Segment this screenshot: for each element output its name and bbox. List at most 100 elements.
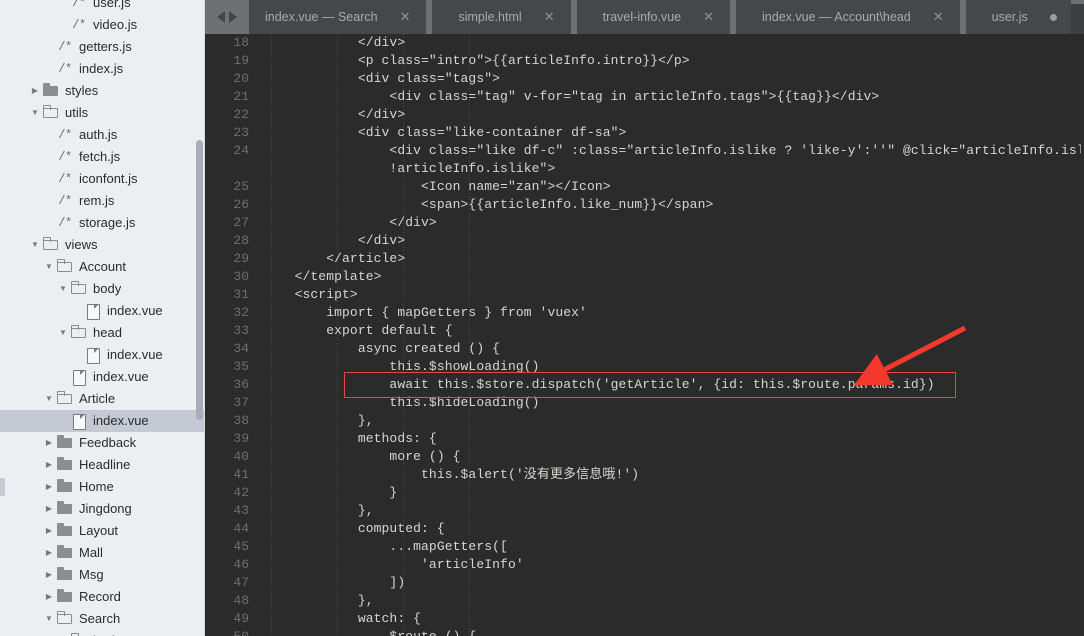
tree-item-getters.js[interactable]: /* getters.js xyxy=(0,36,205,58)
tree-item-storage.js[interactable]: /* storage.js xyxy=(0,212,205,234)
folder-closed-icon xyxy=(42,80,60,102)
code-line[interactable]: 34 async created () { xyxy=(205,340,1084,358)
tree-item-views[interactable]: ▼ views xyxy=(0,234,205,256)
tree-item-index.vue[interactable]: index.vue xyxy=(0,300,205,322)
chevron-right-icon[interactable] xyxy=(229,11,237,23)
tree-item-rem.js[interactable]: /* rem.js xyxy=(0,190,205,212)
editor-tab-1[interactable]: simple.html ✕ xyxy=(432,0,571,34)
tree-item-article[interactable]: ▼ Article xyxy=(0,388,205,410)
chevron-right-icon[interactable]: ▶ xyxy=(42,498,56,520)
tree-item-home[interactable]: ▶ Home xyxy=(0,476,205,498)
tree-item-feedback[interactable]: ▶ Feedback xyxy=(0,432,205,454)
tree-item-index.vue[interactable]: index.vue xyxy=(0,410,205,432)
tree-item-utils[interactable]: ▼ utils xyxy=(0,102,205,124)
code-line[interactable]: 26 <span>{{articleInfo.like_num}}</span> xyxy=(205,196,1084,214)
code-line[interactable]: 27 </div> xyxy=(205,214,1084,232)
tree-item-index.vue[interactable]: index.vue xyxy=(0,366,205,388)
tab-navigation-arrows[interactable] xyxy=(205,0,249,34)
chevron-down-icon[interactable]: ▼ xyxy=(42,388,56,410)
tree-item-msg[interactable]: ▶ Msg xyxy=(0,564,205,586)
code-line[interactable]: 48 }, xyxy=(205,592,1084,610)
code-line[interactable]: 46 'articleInfo' xyxy=(205,556,1084,574)
code-line[interactable]: 40 more () { xyxy=(205,448,1084,466)
tree-item-index.vue[interactable]: index.vue xyxy=(0,344,205,366)
chevron-down-icon[interactable]: ▼ xyxy=(42,608,56,630)
code-line[interactable]: 30 </template> xyxy=(205,268,1084,286)
code-line[interactable]: 20 <div class="tags"> xyxy=(205,70,1084,88)
editor-tab-0[interactable]: index.vue — Search ✕ xyxy=(239,0,427,34)
tree-item-record[interactable]: ▶ Record xyxy=(0,586,205,608)
sidebar-scrollbar[interactable] xyxy=(196,0,205,636)
tree-item-iconfont.js[interactable]: /* iconfont.js xyxy=(0,168,205,190)
tree-item-body[interactable]: ▼ body xyxy=(0,278,205,300)
editor-tab-3[interactable]: index.vue — Account\head ✕ xyxy=(736,0,960,34)
chevron-down-icon[interactable]: ▼ xyxy=(42,256,56,278)
code-line[interactable]: 50 $route () { xyxy=(205,628,1084,636)
code-line[interactable]: 38 }, xyxy=(205,412,1084,430)
code-line[interactable]: !articleInfo.islike"> xyxy=(205,160,1084,178)
code-content[interactable]: 18 </div> 19 <p class="intro">{{articleIn… xyxy=(205,34,1084,636)
sidebar-scrollbar-thumb[interactable] xyxy=(196,140,203,420)
code-line[interactable]: 18 </div> xyxy=(205,34,1084,52)
tree-item-index.js[interactable]: /* index.js xyxy=(0,58,205,80)
code-line[interactable]: 42 } xyxy=(205,484,1084,502)
code-line[interactable]: 49 watch: { xyxy=(205,610,1084,628)
tab-close-icon[interactable]: ✕ xyxy=(933,0,944,34)
chevron-left-icon[interactable] xyxy=(217,11,225,23)
tree-item-fetch.js[interactable]: /* fetch.js xyxy=(0,146,205,168)
chevron-down-icon[interactable]: ▼ xyxy=(56,278,70,300)
code-line[interactable]: 19 <p class="intro">{{articleInfo.intro}… xyxy=(205,52,1084,70)
code-line[interactable]: 22 </div> xyxy=(205,106,1084,124)
code-line[interactable]: 47 ]) xyxy=(205,574,1084,592)
tree-item-user.js[interactable]: /* user.js xyxy=(0,0,205,14)
code-line[interactable]: 44 computed: { xyxy=(205,520,1084,538)
tab-close-icon[interactable]: ✕ xyxy=(544,0,555,34)
code-line[interactable]: 32 import { mapGetters } from 'vuex' xyxy=(205,304,1084,322)
tree-item-jingdong[interactable]: ▶ Jingdong xyxy=(0,498,205,520)
chevron-right-icon[interactable]: ▶ xyxy=(42,454,56,476)
editor-tab-4[interactable]: user.js xyxy=(965,0,1071,34)
chevron-down-icon[interactable]: ▼ xyxy=(56,322,70,344)
code-line[interactable]: 43 }, xyxy=(205,502,1084,520)
tree-item-layout[interactable]: ▶ Layout xyxy=(0,520,205,542)
code-line[interactable]: 23 <div class="like-container df-sa"> xyxy=(205,124,1084,142)
tree-item-mall[interactable]: ▶ Mall xyxy=(0,542,205,564)
chevron-down-icon[interactable]: ▼ xyxy=(28,102,42,124)
chevron-right-icon[interactable]: ▶ xyxy=(42,542,56,564)
tree-item-body[interactable]: ▼ body xyxy=(0,630,205,636)
tab-close-icon[interactable]: ✕ xyxy=(400,0,411,34)
code-line[interactable]: 39 methods: { xyxy=(205,430,1084,448)
code-line[interactable]: 21 <div class="tag" v-for="tag in articl… xyxy=(205,88,1084,106)
chevron-right-icon[interactable]: ▶ xyxy=(42,586,56,608)
line-number: 33 xyxy=(233,323,249,338)
chevron-right-icon[interactable]: ▶ xyxy=(42,520,56,542)
chevron-right-icon[interactable]: ▶ xyxy=(28,80,42,102)
code-editor[interactable]: 18 </div> 19 <p class="intro">{{articleIn… xyxy=(205,34,1084,636)
code-line[interactable]: 29 </article> xyxy=(205,250,1084,268)
tree-item-account[interactable]: ▼ Account xyxy=(0,256,205,278)
tree-item-headline[interactable]: ▶ Headline xyxy=(0,454,205,476)
tree-item-head[interactable]: ▼ head xyxy=(0,322,205,344)
tab-close-icon[interactable]: ✕ xyxy=(703,0,714,34)
editor-tab-2[interactable]: travel-info.vue ✕ xyxy=(576,0,731,34)
code-line[interactable]: 37 this.$hideLoading() xyxy=(205,394,1084,412)
chevron-down-icon[interactable]: ▼ xyxy=(28,234,42,256)
code-line[interactable]: 35 this.$showLoading() xyxy=(205,358,1084,376)
code-line[interactable]: 24 <div class="like df-c" :class="articl… xyxy=(205,142,1084,160)
chevron-right-icon[interactable]: ▶ xyxy=(42,432,56,454)
code-line[interactable]: 25 <Icon name="zan"></Icon> xyxy=(205,178,1084,196)
tree-item-auth.js[interactable]: /* auth.js xyxy=(0,124,205,146)
tree-item-styles[interactable]: ▶ styles xyxy=(0,80,205,102)
code-line[interactable]: 45 ...mapGetters([ xyxy=(205,538,1084,556)
code-line[interactable]: 33 export default { xyxy=(205,322,1084,340)
code-line[interactable]: 36 await this.$store.dispatch('getArticl… xyxy=(205,376,1084,394)
tree-item-search[interactable]: ▼ Search xyxy=(0,608,205,630)
chevron-right-icon[interactable]: ▶ xyxy=(42,564,56,586)
code-line[interactable]: 28 </div> xyxy=(205,232,1084,250)
chevron-right-icon[interactable]: ▶ xyxy=(42,476,56,498)
code-line[interactable]: 31 <script> xyxy=(205,286,1084,304)
tree-item-video.js[interactable]: /* video.js xyxy=(0,14,205,36)
chevron-down-icon[interactable]: ▼ xyxy=(56,630,70,636)
code-text: async created () { xyxy=(263,341,501,356)
code-line[interactable]: 41 this.$alert('没有更多信息哦!') xyxy=(205,466,1084,484)
